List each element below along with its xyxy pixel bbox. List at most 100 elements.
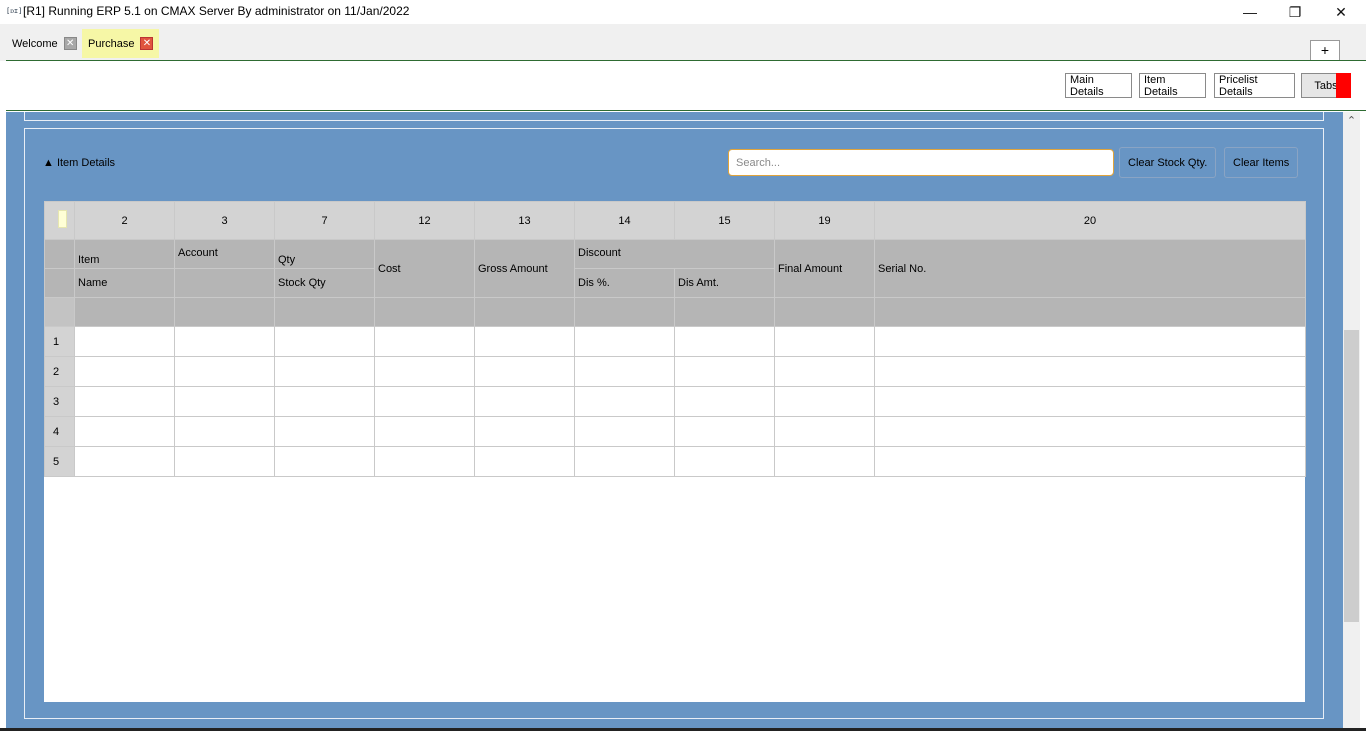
column-number[interactable]: 20 (874, 201, 1306, 240)
grid-cell[interactable] (374, 446, 475, 477)
grid-cell[interactable] (474, 356, 575, 387)
header-item: Item (74, 239, 175, 269)
filter-row-indicator (44, 297, 75, 327)
grid-cell[interactable] (174, 416, 275, 447)
table-row: 1 (44, 326, 1306, 357)
grid-cell[interactable] (574, 356, 675, 387)
pricelist-details-button[interactable]: Pricelist Details (1214, 73, 1295, 98)
filter-cell[interactable] (274, 297, 375, 327)
grid-cell[interactable] (574, 386, 675, 417)
grid-cell[interactable] (574, 416, 675, 447)
corner-cell[interactable] (44, 201, 75, 240)
tab-welcome-close-icon[interactable]: ✕ (63, 37, 77, 50)
filter-cell[interactable] (174, 297, 275, 327)
grid-cell[interactable] (674, 326, 775, 357)
grid-cell[interactable] (374, 356, 475, 387)
clear-items-button[interactable]: Clear Items (1224, 147, 1299, 178)
grid-cell[interactable] (674, 416, 775, 447)
header-name: Name (74, 268, 175, 298)
clear-stock-qty-button[interactable]: Clear Stock Qty. (1119, 147, 1217, 178)
main-details-button[interactable]: Main Details (1065, 73, 1132, 98)
minimize-button[interactable]: — (1227, 0, 1273, 24)
new-tab-button[interactable]: + (1310, 40, 1340, 61)
row-number[interactable]: 1 (44, 326, 75, 357)
row-number[interactable]: 2 (44, 356, 75, 387)
grid-cell[interactable] (474, 326, 575, 357)
grid-cell[interactable] (474, 446, 575, 477)
grid-cell[interactable] (174, 446, 275, 477)
grid-cell[interactable] (674, 356, 775, 387)
column-number[interactable]: 13 (474, 201, 575, 240)
tab-purchase-close-icon[interactable]: ✕ (140, 37, 154, 50)
filter-cell[interactable] (874, 297, 1306, 327)
grid-cell[interactable] (174, 356, 275, 387)
grid-cell[interactable] (174, 326, 275, 357)
filter-cell[interactable] (674, 297, 775, 327)
grid-cell[interactable] (74, 326, 175, 357)
column-number[interactable]: 12 (374, 201, 475, 240)
grid-cell[interactable] (274, 326, 375, 357)
grid-cell[interactable] (74, 446, 175, 477)
content-area: ▲ Item Details Clear Stock Qty. Clear It… (6, 112, 1343, 731)
app-icon: [ᴅɪ] (6, 7, 23, 15)
close-window-button[interactable]: ✕ (1318, 0, 1364, 24)
tab-purchase[interactable]: Purchase ✕ (82, 29, 160, 58)
grid-cell[interactable] (774, 356, 875, 387)
section-toggle[interactable]: ▲ Item Details (43, 157, 115, 169)
vertical-scrollbar[interactable]: ⌃ (1343, 112, 1360, 731)
item-details-button[interactable]: Item Details (1139, 73, 1206, 98)
grid-cell[interactable] (874, 326, 1306, 357)
scroll-thumb[interactable] (1344, 330, 1359, 622)
grid-cell[interactable] (574, 446, 675, 477)
grid-cell[interactable] (174, 386, 275, 417)
header-row-indicator (44, 268, 75, 298)
grid-cell[interactable] (774, 386, 875, 417)
grid-cell[interactable] (774, 446, 875, 477)
filter-cell[interactable] (374, 297, 475, 327)
column-number[interactable]: 2 (74, 201, 175, 240)
table-row: 3 (44, 386, 1306, 417)
header-account: Account (174, 239, 275, 269)
column-number[interactable]: 7 (274, 201, 375, 240)
grid-cell[interactable] (74, 386, 175, 417)
column-number[interactable]: 15 (674, 201, 775, 240)
filter-cell[interactable] (774, 297, 875, 327)
row-number[interactable]: 5 (44, 446, 75, 477)
scroll-up-icon[interactable]: ⌃ (1343, 114, 1360, 130)
grid-cell[interactable] (474, 386, 575, 417)
search-input[interactable] (728, 149, 1114, 176)
filter-cell[interactable] (474, 297, 575, 327)
grid-cell[interactable] (374, 386, 475, 417)
item-details-panel: ▲ Item Details Clear Stock Qty. Clear It… (24, 128, 1324, 719)
column-number[interactable]: 3 (174, 201, 275, 240)
grid-cell[interactable] (274, 356, 375, 387)
grid-cell[interactable] (374, 416, 475, 447)
grid-cell[interactable] (574, 326, 675, 357)
grid-cell[interactable] (374, 326, 475, 357)
grid-cell[interactable] (274, 446, 375, 477)
grid-cell[interactable] (774, 416, 875, 447)
row-number[interactable]: 4 (44, 416, 75, 447)
grid-cell[interactable] (274, 386, 375, 417)
grid-cell[interactable] (874, 416, 1306, 447)
column-number[interactable]: 14 (574, 201, 675, 240)
filter-cell[interactable] (74, 297, 175, 327)
grid-cell[interactable] (874, 446, 1306, 477)
grid-cell[interactable] (74, 356, 175, 387)
grid-cell[interactable] (674, 446, 775, 477)
grid-cell[interactable] (474, 416, 575, 447)
grid-cell[interactable] (274, 416, 375, 447)
filter-cell[interactable] (574, 297, 675, 327)
grid-cell[interactable] (674, 386, 775, 417)
grid-cell[interactable] (774, 326, 875, 357)
grid-cell[interactable] (874, 356, 1306, 387)
grid-cell[interactable] (874, 386, 1306, 417)
row-number[interactable]: 3 (44, 386, 75, 417)
header-serial-no: Serial No. (874, 239, 1306, 298)
table-row: 5 (44, 446, 1306, 477)
header-row-1: Item Account Qty Cost Gross Amount Disco… (44, 239, 1306, 298)
grid-cell[interactable] (74, 416, 175, 447)
restore-button[interactable]: ❐ (1272, 0, 1318, 24)
tab-welcome[interactable]: Welcome ✕ (6, 29, 83, 58)
column-number[interactable]: 19 (774, 201, 875, 240)
